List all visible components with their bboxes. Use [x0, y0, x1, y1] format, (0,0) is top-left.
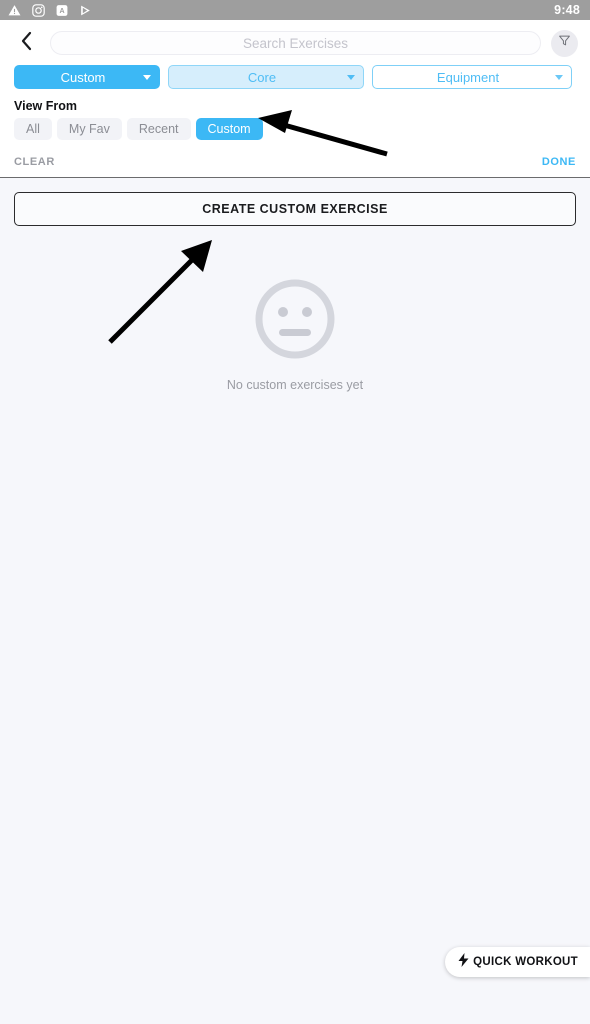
- filter-dropdown-row: Custom Core Equipment: [0, 65, 590, 97]
- chevron-down-icon: [555, 74, 563, 80]
- clear-done-row: CLEAR DONE: [0, 140, 590, 177]
- search-input[interactable]: Search Exercises: [50, 31, 541, 55]
- warning-triangle-icon: [8, 4, 21, 17]
- app-badge-icon: A: [56, 4, 68, 17]
- empty-state-text: No custom exercises yet: [226, 378, 364, 392]
- segment-recent-label: Recent: [138, 122, 179, 136]
- header: Search Exercises Custom Core Equipment V…: [0, 20, 590, 178]
- segment-custom-label: Custom: [207, 122, 251, 136]
- segment-all-label: All: [26, 122, 40, 136]
- camera-icon: [32, 3, 45, 17]
- app-screen: A 9:48 Search Exercises Custom Core Equi…: [0, 0, 590, 1024]
- empty-state: No custom exercises yet: [14, 277, 576, 392]
- search-row: Search Exercises: [0, 20, 590, 65]
- dropdown-equipment[interactable]: Equipment: [372, 65, 572, 89]
- segment-recent[interactable]: Recent: [126, 118, 191, 140]
- status-bar-clock: 9:48: [554, 3, 580, 17]
- svg-text:A: A: [59, 8, 64, 15]
- dropdown-core-label: Core: [247, 69, 277, 85]
- main-content: CREATE CUSTOM EXERCISE No custom exercis…: [0, 178, 590, 1024]
- status-bar: A 9:48: [0, 0, 590, 20]
- status-bar-icons: A: [8, 3, 92, 17]
- funnel-icon: [558, 34, 571, 52]
- search-placeholder: Search Exercises: [242, 35, 349, 51]
- lightning-bolt-icon: [458, 952, 469, 972]
- clear-button[interactable]: CLEAR: [14, 156, 55, 168]
- segment-all[interactable]: All: [14, 118, 52, 140]
- view-from-label: View From: [14, 99, 77, 113]
- quick-workout-label: QUICK WORKOUT: [473, 956, 578, 968]
- dropdown-equipment-label: Equipment: [436, 69, 500, 85]
- segment-my-fav[interactable]: My Fav: [56, 118, 122, 140]
- create-custom-exercise-button[interactable]: CREATE CUSTOM EXERCISE: [14, 192, 576, 226]
- segment-my-fav-label: My Fav: [68, 122, 110, 136]
- chevron-down-icon: [347, 74, 355, 80]
- create-custom-exercise-label: CREATE CUSTOM EXERCISE: [202, 202, 388, 216]
- dropdown-core[interactable]: Core: [168, 65, 364, 89]
- back-button[interactable]: [12, 29, 40, 57]
- view-from-segmented-control: All My Fav Recent Custom: [0, 118, 590, 140]
- filter-button[interactable]: [551, 29, 578, 57]
- done-button[interactable]: DONE: [542, 156, 576, 168]
- dropdown-custom[interactable]: Custom: [14, 65, 160, 89]
- neutral-face-icon: [253, 277, 337, 366]
- chevron-down-icon: [143, 74, 151, 80]
- dropdown-custom-label: Custom: [60, 69, 106, 85]
- segment-custom[interactable]: Custom: [195, 118, 263, 140]
- play-icon: [79, 4, 92, 17]
- quick-workout-button[interactable]: QUICK WORKOUT: [445, 947, 590, 977]
- chevron-left-icon: [20, 31, 33, 56]
